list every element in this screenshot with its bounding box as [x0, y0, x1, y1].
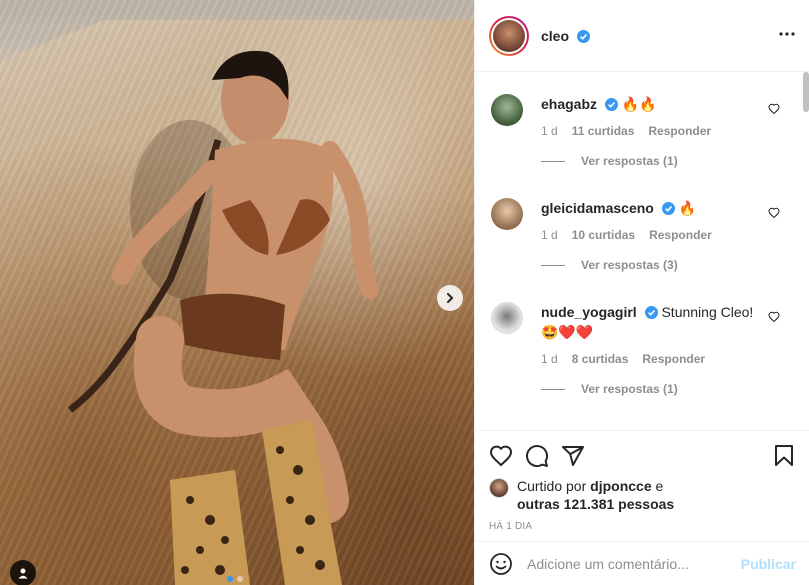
view-replies-label: Ver respostas (1)	[581, 382, 678, 396]
reply-button[interactable]: Responder	[648, 124, 711, 138]
post-timestamp[interactable]: HÁ 1 DIA	[489, 521, 796, 532]
liker-username[interactable]: djponcce	[590, 478, 651, 494]
comment-like-button[interactable]	[768, 207, 780, 219]
chevron-right-icon	[447, 293, 454, 303]
heart-icon	[489, 445, 513, 467]
view-replies-label: Ver respostas (1)	[581, 154, 678, 168]
heart-icon	[768, 207, 780, 219]
send-icon	[562, 446, 584, 466]
reply-button[interactable]: Responder	[649, 228, 712, 242]
comment-username[interactable]: nude_yogagirl	[541, 304, 637, 320]
liker-avatar[interactable]	[489, 478, 509, 498]
replies-divider	[541, 160, 565, 162]
comment-text: 🔥🔥	[621, 96, 657, 112]
publish-button[interactable]: Publicar	[741, 556, 796, 572]
comments-list[interactable]: ehagabz 🔥🔥 1 d 11 curtidas Responder Ver…	[475, 72, 809, 430]
save-button[interactable]	[772, 444, 796, 468]
comment-age[interactable]: 1 d	[541, 228, 558, 242]
comment-username[interactable]: gleicidamasceno	[541, 200, 654, 216]
view-replies-button[interactable]: Ver respostas (3)	[541, 258, 678, 272]
comment-like-button[interactable]	[768, 103, 780, 115]
share-button[interactable]	[561, 444, 585, 468]
bookmark-icon	[775, 445, 793, 466]
post-sidebar: cleo ehagabz 🔥🔥 1 d 11 curtidas Responde…	[474, 0, 809, 585]
comments-scrollbar[interactable]	[803, 72, 809, 112]
comment-likes[interactable]: 8 curtidas	[572, 352, 629, 366]
more-horizontal-icon	[779, 32, 795, 36]
comment-likes[interactable]: 11 curtidas	[572, 124, 635, 138]
post-photo[interactable]	[0, 0, 474, 585]
replies-divider	[541, 264, 565, 266]
tagged-users-button[interactable]	[10, 560, 36, 585]
comment-age[interactable]: 1 d	[541, 124, 558, 138]
comment-avatar[interactable]	[491, 94, 523, 126]
author-username-text[interactable]: cleo	[541, 28, 569, 44]
author-avatar[interactable]	[489, 15, 529, 56]
comment-likes[interactable]: 10 curtidas	[572, 228, 635, 242]
carousel-indicator	[227, 576, 243, 582]
comment-avatar[interactable]	[491, 198, 523, 230]
carousel-dot	[237, 576, 243, 582]
liked-by: Curtido por djponcce e outras 121.381 pe…	[489, 477, 796, 513]
verified-badge-icon	[576, 29, 590, 43]
user-tag-icon	[18, 568, 28, 579]
view-replies-label: Ver respostas (3)	[581, 258, 678, 272]
liked-by-prefix: Curtido por	[517, 478, 587, 494]
comment-text: Stunning Cleo!	[661, 304, 754, 320]
more-options-button[interactable]	[779, 24, 795, 39]
comment-item: nude_yogagirl Stunning Cleo! 🤩❤️❤️ 1 d 8…	[475, 302, 809, 396]
emoji-button[interactable]	[489, 552, 513, 576]
reply-button[interactable]: Responder	[642, 352, 705, 366]
post-header: cleo	[475, 0, 809, 72]
carousel-dot-active	[227, 576, 233, 582]
comment-input[interactable]	[527, 555, 741, 572]
replies-divider	[541, 388, 565, 390]
author-username[interactable]: cleo	[541, 28, 590, 44]
verified-badge-icon	[604, 98, 618, 111]
view-replies-button[interactable]: Ver respostas (1)	[541, 154, 678, 168]
emoji-smiley-icon	[490, 552, 512, 575]
post-actions: Curtido por djponcce e outras 121.381 pe…	[475, 430, 809, 532]
view-replies-button[interactable]: Ver respostas (1)	[541, 382, 678, 396]
comment-like-button[interactable]	[768, 311, 780, 323]
comment-avatar[interactable]	[491, 302, 523, 334]
comment-username[interactable]: ehagabz	[541, 96, 597, 112]
verified-badge-icon	[661, 202, 675, 215]
heart-icon	[768, 311, 780, 323]
liked-by-others[interactable]: outras 121.381 pessoas	[517, 496, 674, 512]
comment-age[interactable]: 1 d	[541, 352, 558, 366]
photo-figure	[67, 50, 379, 585]
comment-bubble-icon	[526, 445, 549, 468]
comment-button[interactable]	[525, 444, 549, 468]
liked-by-connector: e	[655, 478, 664, 494]
verified-badge-icon	[644, 306, 658, 319]
action-icons	[489, 441, 796, 471]
comment-text-emoji: 🤩❤️❤️	[541, 324, 594, 340]
heart-icon	[768, 103, 780, 115]
add-comment-bar: Publicar	[475, 541, 809, 585]
comment-text: 🔥	[678, 200, 697, 216]
like-button[interactable]	[489, 444, 513, 468]
comment-item: gleicidamasceno 🔥 1 d 10 curtidas Respon…	[475, 198, 809, 272]
comment-item: ehagabz 🔥🔥 1 d 11 curtidas Responder Ver…	[475, 94, 809, 168]
carousel-next-button[interactable]	[437, 285, 463, 311]
